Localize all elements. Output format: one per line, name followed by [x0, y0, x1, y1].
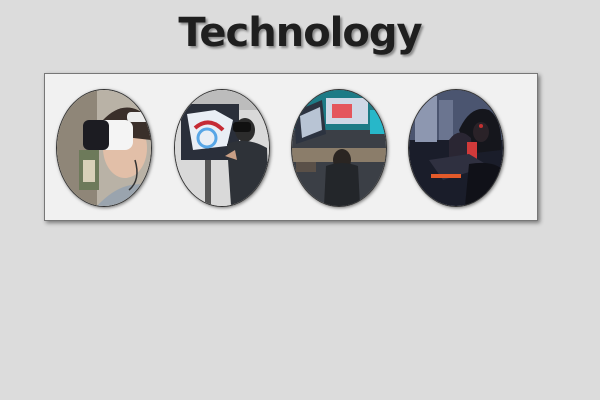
hacker-hoodie-photo-icon	[409, 90, 503, 206]
page-title: Technology	[178, 10, 422, 56]
workstation-photo-icon	[292, 90, 386, 206]
image-gallery-panel	[44, 73, 538, 221]
vr-cockpit-photo-icon	[175, 90, 269, 206]
gallery-image-vr-simulator[interactable]	[174, 89, 270, 207]
gallery-image-hacker[interactable]	[408, 89, 504, 207]
gallery-image-workstation[interactable]	[291, 89, 387, 207]
vr-headset-photo-icon	[57, 90, 151, 206]
gallery-image-vr-headset[interactable]	[56, 89, 152, 207]
